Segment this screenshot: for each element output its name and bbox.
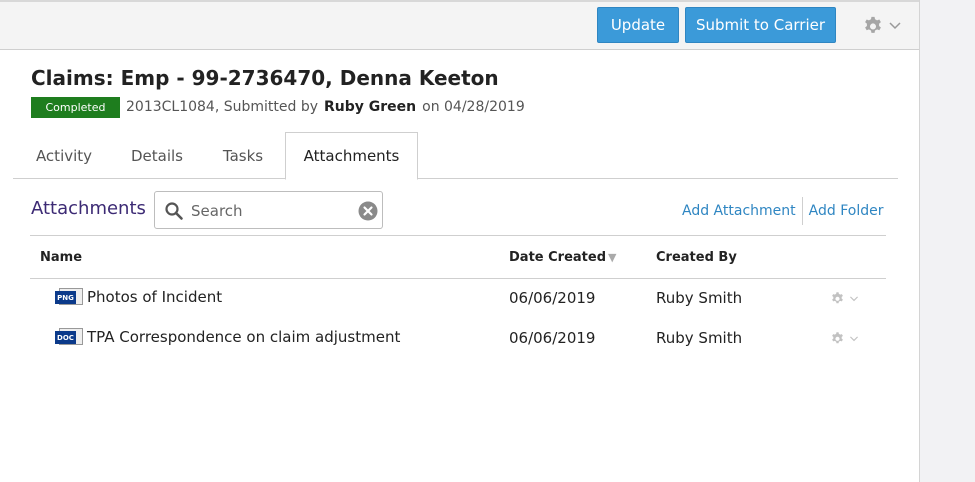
settings-menu-button[interactable] (862, 14, 906, 38)
column-header-date-created[interactable]: Date Created ▼ (509, 250, 616, 265)
gear-icon (865, 16, 881, 33)
attachment-actions: Add Attachment Add Folder (682, 197, 883, 225)
submit-to-carrier-button[interactable]: Submit to Carrier (685, 7, 836, 43)
file-type-label: PNG (55, 291, 76, 304)
file-name[interactable]: Photos of Incident (87, 288, 222, 306)
search-icon (165, 202, 183, 220)
file-name-cell: PNG Photos of Incident (55, 288, 222, 306)
claim-number: 2013CL1084, Submitted by (126, 99, 319, 115)
toolbar: Update Submit to Carrier (0, 0, 919, 50)
created-by: Ruby Smith (656, 289, 743, 307)
column-header-created-by[interactable]: Created By (656, 250, 737, 265)
tab-attachments[interactable]: Attachments (285, 132, 418, 180)
submitted-by-name: Ruby Green (324, 99, 417, 115)
search-input[interactable] (191, 200, 351, 222)
chevron-down-icon (850, 295, 858, 301)
table-row[interactable]: DOC TPA Correspondence on claim adjustme… (30, 319, 886, 359)
tab-bar: Activity Details Tasks Attachments (13, 132, 898, 180)
column-header-date-label: Date Created (509, 250, 606, 265)
table-header: Name Date Created ▼ Created By (30, 235, 886, 279)
sort-descending-icon: ▼ (608, 251, 617, 264)
status-badge: Completed (31, 96, 120, 118)
column-header-name[interactable]: Name (40, 250, 82, 265)
search-box (154, 191, 383, 229)
submitted-date: on 04/28/2019 (422, 99, 525, 115)
row-actions-menu[interactable] (830, 291, 859, 306)
chevron-down-icon (850, 335, 858, 341)
attachments-heading: Attachments (31, 198, 146, 219)
attachments-table: Name Date Created ▼ Created By PNG Photos… (30, 235, 886, 359)
tab-details[interactable]: Details (115, 132, 199, 179)
created-by: Ruby Smith (656, 329, 743, 347)
claim-panel: Update Submit to Carrier Claims: Emp - 9… (0, 0, 920, 482)
file-type-label: DOC (55, 331, 76, 344)
date-created: 06/06/2019 (509, 329, 596, 347)
png-file-icon: PNG (55, 288, 84, 306)
tab-tasks[interactable]: Tasks (203, 132, 283, 179)
claim-meta: Completed 2013CL1084, Submitted by Ruby … (31, 96, 525, 118)
table-row[interactable]: PNG Photos of Incident 06/06/2019 Ruby S… (30, 279, 886, 319)
gear-icon (832, 332, 843, 344)
add-attachment-link[interactable]: Add Attachment (682, 203, 796, 219)
tab-activity[interactable]: Activity (13, 132, 115, 179)
gear-icon (832, 292, 843, 304)
add-folder-link[interactable]: Add Folder (809, 203, 884, 219)
file-name[interactable]: TPA Correspondence on claim adjustment (87, 328, 400, 346)
clear-search-icon[interactable] (358, 201, 378, 221)
update-button[interactable]: Update (597, 7, 679, 43)
row-actions-menu[interactable] (830, 331, 859, 346)
chevron-down-icon (889, 22, 901, 30)
divider (801, 197, 803, 225)
date-created: 06/06/2019 (509, 289, 596, 307)
doc-file-icon: DOC (55, 328, 84, 346)
file-name-cell: DOC TPA Correspondence on claim adjustme… (55, 328, 400, 346)
page-title: Claims: Emp - 99-2736470, Denna Keeton (31, 66, 499, 90)
